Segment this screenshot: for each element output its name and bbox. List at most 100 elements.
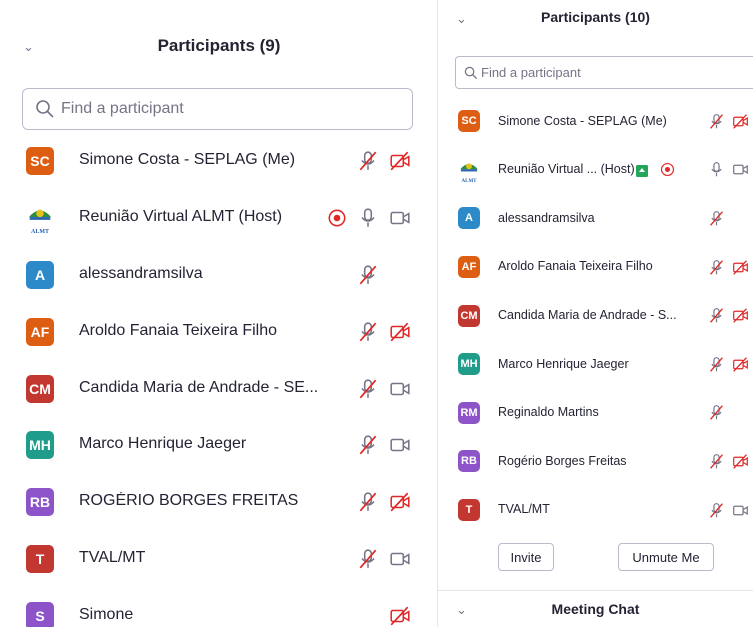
participants-title: Participants (9) bbox=[157, 36, 281, 55]
mic-muted-icon[interactable] bbox=[708, 113, 725, 135]
search-icon bbox=[35, 99, 55, 119]
avatar: RB bbox=[458, 450, 480, 473]
avatar: S bbox=[26, 601, 54, 627]
avatar: AF bbox=[458, 256, 480, 279]
participants-header: ⌄ Participants (10) bbox=[438, 0, 753, 50]
invite-button[interactable]: Invite bbox=[498, 543, 554, 571]
video-off-icon[interactable] bbox=[389, 321, 411, 348]
participant-name: Reunião Virtual ALMT (Host) bbox=[79, 208, 283, 226]
participant-row[interactable]: SC Simone Costa - SEPLAG (Me) bbox=[438, 97, 753, 146]
host-logo-text: ALMT bbox=[461, 179, 477, 185]
video-off-icon[interactable] bbox=[732, 356, 749, 378]
avatar: SC bbox=[26, 147, 54, 176]
avatar: MH bbox=[458, 353, 480, 376]
mic-muted-icon[interactable] bbox=[708, 307, 725, 329]
mic-icon[interactable] bbox=[708, 161, 725, 183]
avatar: AF bbox=[26, 317, 54, 346]
avatar: RM bbox=[458, 401, 480, 424]
avatar: T bbox=[26, 544, 54, 573]
meeting-chat-header[interactable]: ⌄ Meeting Chat bbox=[438, 591, 753, 627]
video-icon[interactable] bbox=[389, 378, 411, 405]
participant-row[interactable]: ALMT Reunião Virtual ... (Host) bbox=[438, 146, 753, 195]
participant-row[interactable]: Aalessandramsilva bbox=[0, 247, 438, 304]
participant-name: Aroldo Fanaia Teixeira Filho bbox=[79, 321, 278, 339]
video-off-icon[interactable] bbox=[732, 259, 749, 281]
participant-row[interactable]: SC Simone Costa - SEPLAG (Me) bbox=[0, 133, 438, 190]
avatar: CM bbox=[26, 374, 54, 403]
participant-name: Marco Henrique Jaeger bbox=[498, 356, 629, 371]
mic-muted-icon[interactable] bbox=[357, 491, 379, 518]
video-off-icon[interactable] bbox=[732, 307, 749, 329]
avatar: CM bbox=[458, 304, 480, 327]
participant-search-box[interactable] bbox=[455, 56, 753, 89]
video-off-icon[interactable] bbox=[732, 113, 749, 135]
mic-muted-icon[interactable] bbox=[357, 264, 379, 291]
mic-muted-icon[interactable] bbox=[357, 150, 379, 177]
participant-row[interactable]: AF Aroldo Fanaia Teixeira Filho bbox=[0, 303, 438, 360]
search-input[interactable] bbox=[481, 65, 753, 80]
video-icon[interactable] bbox=[732, 502, 749, 524]
host-logo: ALMT bbox=[26, 204, 54, 235]
participants-panel-right: ⌄ Participants (10) SC Simone Costa - SEP… bbox=[438, 0, 753, 627]
video-off-icon[interactable] bbox=[389, 150, 411, 177]
video-icon[interactable] bbox=[732, 161, 749, 183]
search-icon bbox=[464, 66, 478, 80]
mic-muted-icon[interactable] bbox=[357, 321, 379, 348]
participant-name: Marco Henrique Jaeger bbox=[79, 435, 247, 453]
participant-name: Rogério Borges Freitas bbox=[498, 453, 627, 468]
participant-row[interactable]: Aalessandramsilva bbox=[438, 194, 753, 243]
participant-name: Aroldo Fanaia Teixeira Filho bbox=[498, 259, 653, 274]
participants-panel-left: ⌄ Participants (9) SC Simone Costa - SEPL… bbox=[0, 0, 438, 627]
participants-header: ⌄ Participants (9) bbox=[0, 0, 438, 80]
participant-name: TVAL/MT bbox=[79, 549, 146, 567]
participant-name: Reginaldo Martins bbox=[498, 405, 599, 420]
participant-name: Reunião Virtual ... (Host) bbox=[498, 162, 635, 177]
video-off-icon[interactable] bbox=[389, 605, 411, 627]
participant-row[interactable]: CM Candida Maria de Andrade - SE... bbox=[0, 360, 438, 417]
participant-row[interactable]: MH Marco Henrique Jaeger bbox=[438, 340, 753, 389]
video-icon[interactable] bbox=[389, 548, 411, 575]
participant-row[interactable]: RB Rogério Borges Freitas bbox=[438, 437, 753, 486]
mic-muted-icon[interactable] bbox=[708, 453, 725, 475]
participant-name: Candida Maria de Andrade - S... bbox=[498, 307, 677, 322]
mic-muted-icon[interactable] bbox=[708, 210, 725, 232]
participant-name: Simone Costa - SEPLAG (Me) bbox=[79, 151, 296, 169]
participant-row[interactable]: CM Candida Maria de Andrade - S... bbox=[438, 291, 753, 340]
chat-badge-icon bbox=[636, 164, 648, 182]
avatar: A bbox=[458, 207, 480, 230]
participant-name: Simone bbox=[79, 605, 134, 623]
participant-row[interactable]: S Simone bbox=[0, 587, 438, 627]
participant-row[interactable]: AF Aroldo Fanaia Teixeira Filho bbox=[438, 243, 753, 292]
participant-row[interactable]: T TVAL/MT bbox=[0, 531, 438, 588]
video-off-icon[interactable] bbox=[389, 491, 411, 518]
mic-muted-icon[interactable] bbox=[708, 259, 725, 281]
participant-row[interactable]: MH Marco Henrique Jaeger bbox=[0, 417, 438, 474]
participant-name: Simone Costa - SEPLAG (Me) bbox=[498, 113, 667, 128]
search-input[interactable] bbox=[61, 100, 412, 118]
participant-name: Candida Maria de Andrade - SE... bbox=[79, 378, 319, 396]
video-off-icon[interactable] bbox=[732, 453, 749, 475]
mic-muted-icon[interactable] bbox=[357, 378, 379, 405]
avatar: RB bbox=[26, 488, 54, 517]
participant-row[interactable]: RM Reginaldo Martins bbox=[438, 389, 753, 438]
participant-name: alessandramsilva bbox=[79, 265, 203, 283]
participant-row[interactable]: RB ROGÉRIO BORGES FREITAS bbox=[0, 474, 438, 531]
recording-icon bbox=[326, 207, 348, 234]
unmute-me-button[interactable]: Unmute Me bbox=[618, 543, 714, 571]
avatar: MH bbox=[26, 431, 54, 460]
participant-row[interactable]: ALMT Reunião Virtual ALMT (Host) bbox=[0, 190, 438, 247]
participant-name: TVAL/MT bbox=[498, 502, 550, 517]
mic-muted-icon[interactable] bbox=[708, 502, 725, 524]
participant-search-box[interactable] bbox=[22, 88, 413, 130]
mic-muted-icon[interactable] bbox=[357, 548, 379, 575]
meeting-chat-title: Meeting Chat bbox=[551, 601, 640, 617]
mic-muted-icon[interactable] bbox=[357, 434, 379, 461]
mic-muted-icon[interactable] bbox=[708, 356, 725, 378]
mic-icon[interactable] bbox=[357, 207, 379, 234]
video-icon[interactable] bbox=[389, 434, 411, 461]
host-logo: ALMT bbox=[458, 159, 480, 185]
participant-row[interactable]: T TVAL/MT bbox=[438, 486, 753, 535]
avatar: T bbox=[458, 499, 480, 522]
video-icon[interactable] bbox=[389, 207, 411, 234]
mic-muted-icon[interactable] bbox=[708, 404, 725, 426]
